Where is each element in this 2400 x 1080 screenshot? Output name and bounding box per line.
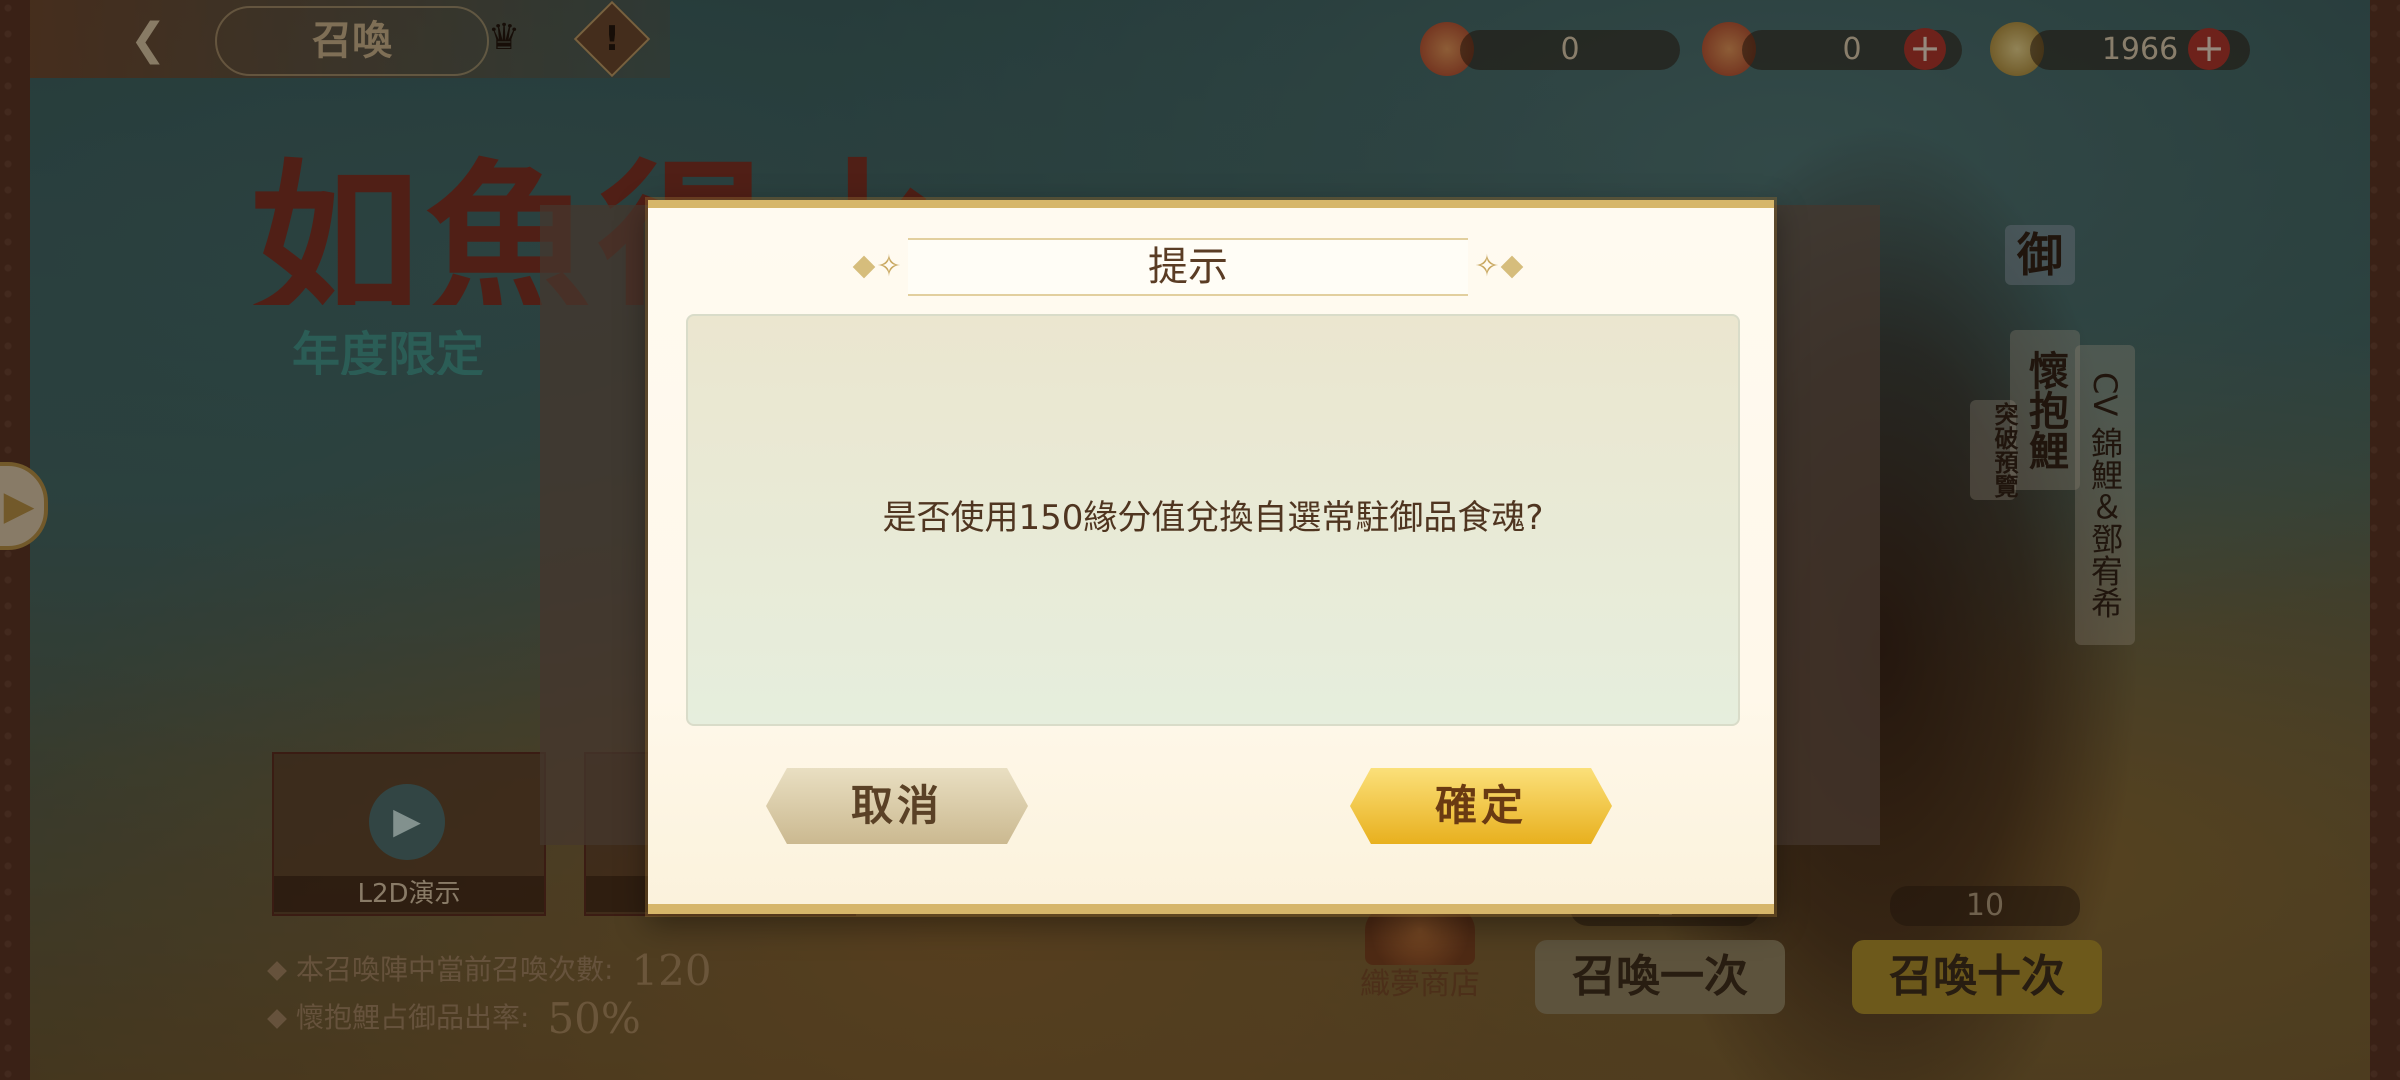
dialog-title-bar: ✧ 提示 ✧ [852,238,1524,296]
dialog-title: 提示 [1148,244,1228,290]
sparkle-icon: ✧ [1474,249,1500,284]
dialog-content: 是否使用150緣分值兌換自選常駐御品食魂? [686,314,1740,726]
confirm-button[interactable]: 確定 [1350,768,1612,844]
confirm-dialog: ✧ 提示 ✧ 是否使用150緣分值兌換自選常駐御品食魂? 取消 確定 [648,200,1774,914]
cancel-button[interactable]: 取消 [766,768,1028,844]
sparkle-icon: ✧ [876,249,902,284]
ornament-icon [1500,255,1524,279]
dialog-message: 是否使用150緣分值兌換自選常駐御品食魂? [882,498,1544,538]
